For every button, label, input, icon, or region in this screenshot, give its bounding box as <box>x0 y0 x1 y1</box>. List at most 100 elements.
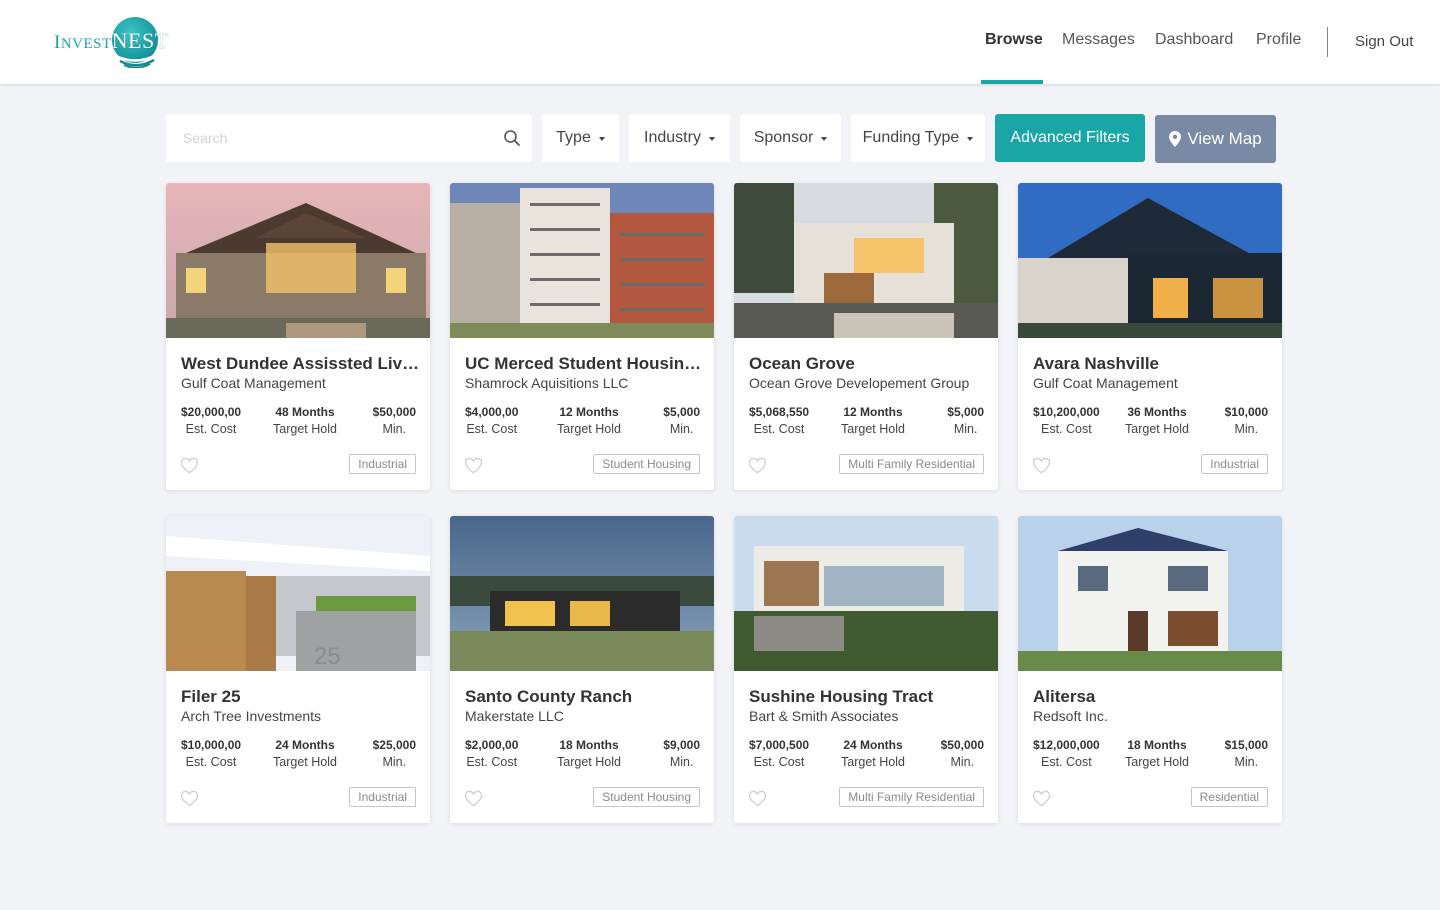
listing-card[interactable]: Ocean Grove Ocean Grove Developement Gro… <box>734 183 998 490</box>
minimum-stat: $15,000 Min. <box>1225 738 1268 769</box>
est-cost-label: Est. Cost <box>466 755 518 769</box>
target-hold-value: 36 Months <box>1127 405 1187 419</box>
listing-card[interactable]: West Dundee Assissted Living Gulf Coat M… <box>166 183 430 490</box>
listing-title[interactable]: West Dundee Assissted Living <box>181 354 421 374</box>
advanced-filters-button[interactable]: Advanced Filters <box>995 114 1145 162</box>
est-cost-value: $12,000,000 <box>1033 738 1100 752</box>
favorite-heart-icon[interactable] <box>464 790 483 807</box>
nav-browse[interactable]: Browse <box>985 31 1043 49</box>
target-hold-stat: 18 Months Target Hold <box>550 738 628 769</box>
target-hold-value: 24 Months <box>843 738 903 752</box>
est-cost-value: $5,068,550 <box>749 405 810 419</box>
industry-tag[interactable]: Student Housing <box>593 454 700 474</box>
est-cost-value: $10,200,000 <box>1033 405 1100 419</box>
est-cost-stat: $5,068,550 Est. Cost <box>749 405 809 436</box>
map-pin-icon <box>1169 131 1182 147</box>
listing-title[interactable]: Ocean Grove <box>749 354 989 374</box>
est-cost-value: $10,000,00 <box>181 738 242 752</box>
listing-card[interactable]: Alitersa Redsoft Inc. $12,000,000 Est. C… <box>1018 516 1282 823</box>
minimum-stat: $10,000 Min. <box>1225 405 1268 436</box>
industry-tag[interactable]: Multi Family Residential <box>839 787 984 807</box>
listing-image[interactable] <box>1018 516 1282 671</box>
industry-dropdown[interactable]: Industry <box>629 114 730 162</box>
industry-dropdown-label: Industry <box>644 129 701 146</box>
funding-type-dropdown[interactable]: Funding Type <box>851 114 985 162</box>
favorite-heart-icon[interactable] <box>1032 790 1051 807</box>
listing-card[interactable]: Sushine Housing Tract Bart & Smith Assoc… <box>734 516 998 823</box>
sponsor-dropdown[interactable]: Sponsor <box>740 114 841 162</box>
minimum-value: $10,000 <box>1224 405 1268 419</box>
listing-title[interactable]: UC Merced Student Housing… <box>465 354 705 374</box>
listing-title[interactable]: Santo County Ranch <box>465 687 705 707</box>
listing-title[interactable]: Avara Nashville <box>1033 354 1273 374</box>
listing-image[interactable] <box>450 516 714 671</box>
listing-sponsor: Arch Tree Investments <box>181 708 322 724</box>
industry-tag[interactable]: Industrial <box>349 787 416 807</box>
est-cost-stat: $10,000,00 Est. Cost <box>181 738 241 769</box>
industry-tag[interactable]: Residential <box>1190 787 1268 807</box>
target-hold-value: 18 Months <box>559 738 619 752</box>
est-cost-value: $2,000,00 <box>465 738 519 752</box>
favorite-heart-icon[interactable] <box>1032 457 1051 474</box>
sponsor-dropdown-label: Sponsor <box>753 129 814 146</box>
favorite-heart-icon[interactable] <box>180 457 199 474</box>
listing-card[interactable]: UC Merced Student Housing… Shamrock Aqui… <box>450 183 714 490</box>
industry-tag[interactable]: Student Housing <box>593 787 700 807</box>
sign-out-link[interactable]: Sign Out <box>1355 33 1413 50</box>
listing-title[interactable]: Filer 25 <box>181 687 421 707</box>
favorite-heart-icon[interactable] <box>464 457 483 474</box>
listing-sponsor: Gulf Coat Management <box>1033 375 1178 391</box>
minimum-value: $15,000 <box>1224 738 1268 752</box>
listing-image[interactable]: 25 <box>166 516 430 671</box>
listing-image[interactable] <box>1018 183 1282 338</box>
est-cost-value: $4,000,00 <box>465 405 519 419</box>
type-dropdown[interactable]: Type <box>542 114 619 162</box>
search-box <box>166 114 532 162</box>
target-hold-label: Target Hold <box>273 422 337 436</box>
target-hold-stat: 12 Months Target Hold <box>834 405 912 436</box>
listing-image[interactable] <box>734 516 998 671</box>
target-hold-label: Target Hold <box>1125 755 1189 769</box>
listing-card[interactable]: 25 Filer 25 Arch Tree Investments $10,00… <box>166 516 430 823</box>
est-cost-label: Est. Cost <box>753 755 805 769</box>
listing-card[interactable]: Santo County Ranch Makerstate LLC $2,000… <box>450 516 714 823</box>
favorite-heart-icon[interactable] <box>748 457 767 474</box>
search-icon[interactable] <box>503 129 521 147</box>
listing-sponsor: Redsoft Inc. <box>1033 708 1108 724</box>
minimum-value: $9,000 <box>663 738 700 752</box>
nav-profile[interactable]: Profile <box>1256 31 1301 49</box>
listing-card[interactable]: Avara Nashville Gulf Coat Management $10… <box>1018 183 1282 490</box>
logo-wordmark: INVESTNEST <box>54 28 169 53</box>
listing-image[interactable] <box>166 183 430 338</box>
favorite-heart-icon[interactable] <box>180 790 199 807</box>
est-cost-value: $20,000,00 <box>181 405 242 419</box>
nav-messages[interactable]: Messages <box>1062 31 1135 49</box>
industry-tag[interactable]: Industrial <box>349 454 416 474</box>
target-hold-label: Target Hold <box>1125 422 1189 436</box>
target-hold-value: 12 Months <box>843 405 903 419</box>
target-hold-stat: 24 Months Target Hold <box>834 738 912 769</box>
industry-tag[interactable]: Industrial <box>1201 454 1268 474</box>
target-hold-stat: 36 Months Target Hold <box>1118 405 1196 436</box>
nav-divider <box>1327 27 1328 57</box>
search-input[interactable] <box>166 114 496 162</box>
listing-title[interactable]: Alitersa <box>1033 687 1273 707</box>
target-hold-label: Target Hold <box>841 755 905 769</box>
listing-image[interactable] <box>450 183 714 338</box>
minimum-value: $25,000 <box>372 738 416 752</box>
view-map-button[interactable]: View Map <box>1155 115 1276 163</box>
listing-sponsor: Shamrock Aquisitions LLC <box>465 375 629 391</box>
listing-image[interactable] <box>734 183 998 338</box>
est-cost-stat: $2,000,00 Est. Cost <box>465 738 518 769</box>
investnest-logo[interactable]: INVESTNEST <box>54 14 168 72</box>
favorite-heart-icon[interactable] <box>748 790 767 807</box>
funding-type-dropdown-label: Funding Type <box>862 129 960 146</box>
active-nav-indicator <box>981 80 1043 84</box>
nav-dashboard[interactable]: Dashboard <box>1155 31 1233 49</box>
listing-title[interactable]: Sushine Housing Tract <box>749 687 989 707</box>
industry-tag[interactable]: Multi Family Residential <box>839 454 984 474</box>
target-hold-stat: 18 Months Target Hold <box>1118 738 1196 769</box>
minimum-label: Min. <box>1234 422 1259 436</box>
est-cost-label: Est. Cost <box>185 755 237 769</box>
caret-down-icon <box>708 137 715 141</box>
